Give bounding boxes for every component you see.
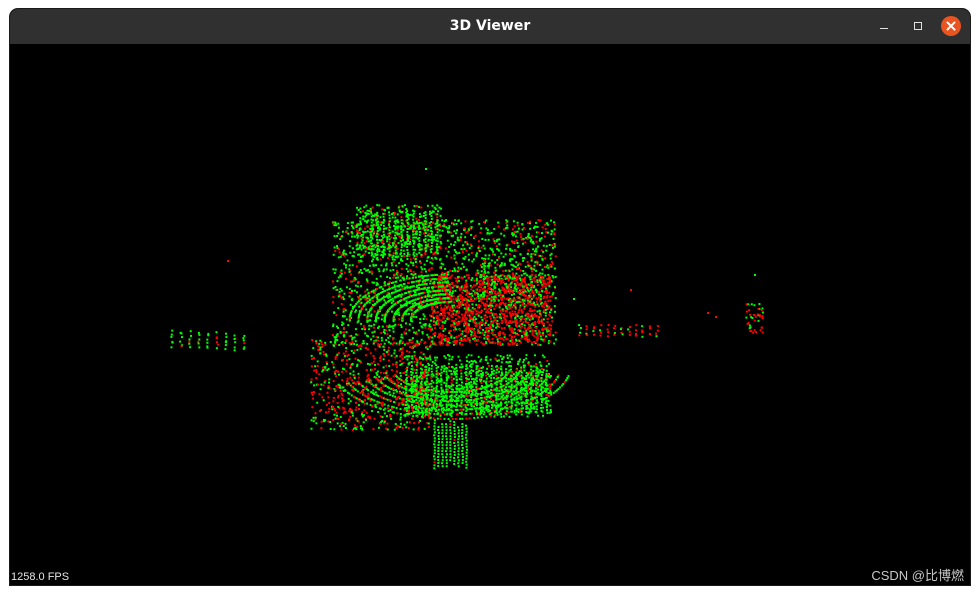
point-cloud xyxy=(170,168,764,470)
point-cloud-viewport[interactable]: 1258.0 FPS CSDN @比博燃 xyxy=(10,44,970,585)
watermark-text: CSDN @比博燃 xyxy=(871,568,964,583)
close-button[interactable] xyxy=(941,16,961,36)
window-title: 3D Viewer xyxy=(449,18,531,34)
minimize-button[interactable] xyxy=(874,16,894,36)
minimize-icon xyxy=(880,28,888,29)
viewer-window: 3D Viewer 1258.0 FPS CSDN @比博燃 xyxy=(10,9,970,585)
title-bar[interactable]: 3D Viewer xyxy=(10,9,970,44)
maximize-button[interactable] xyxy=(908,16,928,36)
fps-counter: 1258.0 FPS xyxy=(11,571,70,583)
maximize-icon xyxy=(914,22,922,30)
